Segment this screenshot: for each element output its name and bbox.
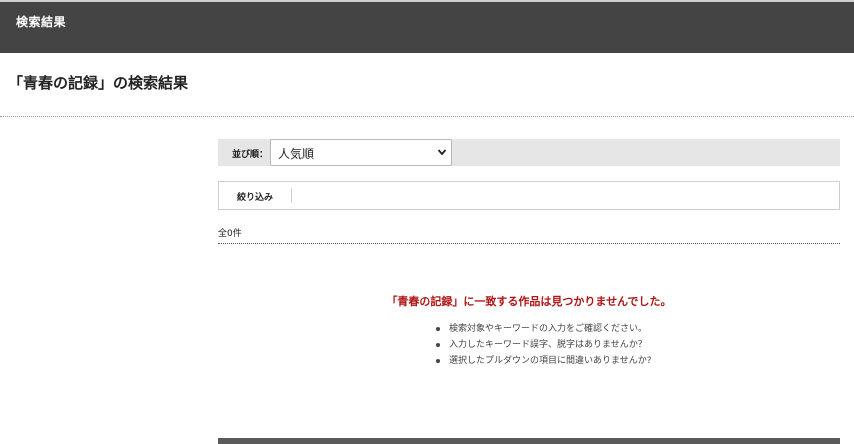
filter-divider <box>291 188 292 203</box>
result-count: 全0件 <box>218 229 242 239</box>
tip-text: 入力したキーワード誤字、脱字はありませんか？ <box>449 340 647 350</box>
bottom-bar <box>218 438 840 444</box>
sort-select-value: 人気順 <box>278 147 315 161</box>
bullet-dot-icon <box>436 327 440 331</box>
bullet-dot-icon <box>436 359 440 363</box>
sort-select[interactable]: 人気順 <box>270 139 452 166</box>
count-divider <box>218 243 840 244</box>
list-item: 検索対象やキーワードの入力をご確認ください。 <box>436 323 652 339</box>
no-results-message: 「青春の記録」に一致する作品は見つかりませんでした。 <box>386 295 672 308</box>
page-title: 「青春の記録」の検索結果 <box>8 74 189 92</box>
tip-text: 選択したプルダウンの項目に間違いありませんか? <box>449 356 652 366</box>
filter-button[interactable]: 絞り込み <box>237 190 273 203</box>
tip-text: 検索対象やキーワードの入力をご確認ください。 <box>449 324 648 334</box>
header-title: 検索結果 <box>16 15 67 29</box>
list-item: 選択したプルダウンの項目に間違いありませんか? <box>436 355 652 371</box>
sort-bar: 並び順： 人気順 <box>218 139 840 166</box>
filter-box: 絞り込み <box>218 181 840 210</box>
bullet-dot-icon <box>436 343 440 347</box>
top-header-bar: 検索結果 <box>0 0 854 53</box>
search-tips-list: 検索対象やキーワードの入力をご確認ください。 入力したキーワード誤字、脱字はあり… <box>436 323 652 371</box>
chevron-down-icon <box>437 149 447 156</box>
sort-label: 並び順： <box>232 150 269 160</box>
list-item: 入力したキーワード誤字、脱字はありませんか？ <box>436 339 652 355</box>
heading-divider <box>0 116 854 117</box>
